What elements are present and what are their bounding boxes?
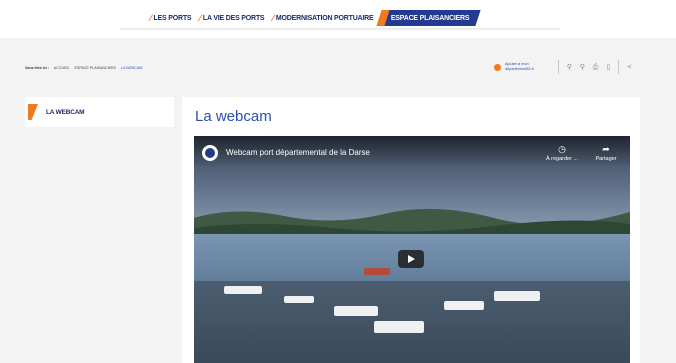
nav-item-espace-plaisanciers[interactable]: ESPACE PLAISANCIERS (376, 10, 481, 26)
page-title: La webcam (195, 108, 272, 125)
top-navigation: ⁄ LES PORTS ⁄ LA VIE DES PORTS ⁄ MODERNI… (0, 0, 676, 31)
nav-slash-icon: ⁄ (150, 13, 152, 23)
add-favorite-icon[interactable] (494, 63, 501, 71)
page-tools: Ajouter à mon département83.fr ⚲ ⚲ ⎙ ▯ < (494, 60, 634, 74)
file-icon[interactable]: ▯ (604, 63, 613, 72)
nav-menu: ⁄ LES PORTS ⁄ LA VIE DES PORTS ⁄ MODERNI… (150, 10, 486, 26)
nav-item-les-ports[interactable]: ⁄ LES PORTS (150, 10, 192, 26)
sidebar-item-label: LA WEBCAM (46, 108, 85, 116)
divider (618, 60, 619, 74)
nav-item-modernisation-portuaire[interactable]: ⁄ MODERNISATION PORTUAIRE (272, 10, 373, 26)
share-arrow-icon: ➦ (602, 144, 610, 154)
nav-shadow (120, 28, 560, 31)
divider (558, 60, 559, 74)
watch-later-button[interactable]: ◷ À regarder ... (542, 144, 582, 162)
nav-label: LA VIE DES PORTS (202, 14, 265, 22)
nav-label: LES PORTS (153, 14, 192, 22)
breadcrumb-item-espace-plaisanciers[interactable]: ESPACE PLAISANCIERS (74, 66, 115, 70)
add-to-my-department-link[interactable]: Ajouter à mon département83.fr (505, 62, 553, 72)
clock-icon: ◷ (558, 144, 566, 154)
breadcrumb-lead: Vous êtes ici : (25, 66, 49, 70)
breadcrumb: Vous êtes ici : ACCUEIL ESPACE PLAISANCI… (25, 66, 142, 70)
print-icon[interactable]: ⎙ (591, 63, 600, 72)
nav-label: ESPACE PLAISANCIERS (391, 14, 471, 22)
orange-flag-icon (28, 104, 38, 120)
watch-later-label: À regarder ... (545, 156, 579, 162)
play-button[interactable] (398, 250, 424, 268)
boat (374, 321, 424, 333)
boat (444, 301, 484, 310)
boat (364, 268, 390, 275)
breadcrumb-item-current: LA WEBCAM (120, 66, 143, 70)
sidebar-item-la-webcam[interactable]: LA WEBCAM (25, 97, 174, 127)
nav-label: MODERNISATION PORTUAIRE (275, 14, 374, 22)
channel-logo-icon (205, 148, 215, 158)
nav-accent (376, 10, 391, 26)
boat (224, 286, 262, 294)
share-video-button[interactable]: ➦ Partager (586, 144, 626, 162)
boat (494, 291, 540, 301)
breadcrumb-item-accueil[interactable]: ACCUEIL (54, 66, 70, 70)
share-label: Partager (595, 156, 617, 162)
webcam-video-player[interactable]: Webcam port départemental de la Darse ◷ … (194, 136, 630, 363)
link-icon[interactable]: ⚲ (565, 63, 574, 72)
boat (334, 306, 378, 316)
play-icon (408, 255, 415, 263)
nav-item-la-vie-des-ports[interactable]: ⁄ LA VIE DES PORTS (199, 10, 264, 26)
channel-avatar[interactable] (202, 145, 218, 161)
video-title[interactable]: Webcam port départemental de la Darse (226, 148, 370, 157)
link-icon[interactable]: ⚲ (578, 63, 587, 72)
nav-slash-icon: ⁄ (272, 13, 274, 23)
main-content: La webcam Webcam port départemental de l… (182, 97, 640, 363)
share-icon[interactable]: < (625, 63, 634, 72)
nav-slash-icon: ⁄ (199, 13, 201, 23)
boat (284, 296, 314, 303)
